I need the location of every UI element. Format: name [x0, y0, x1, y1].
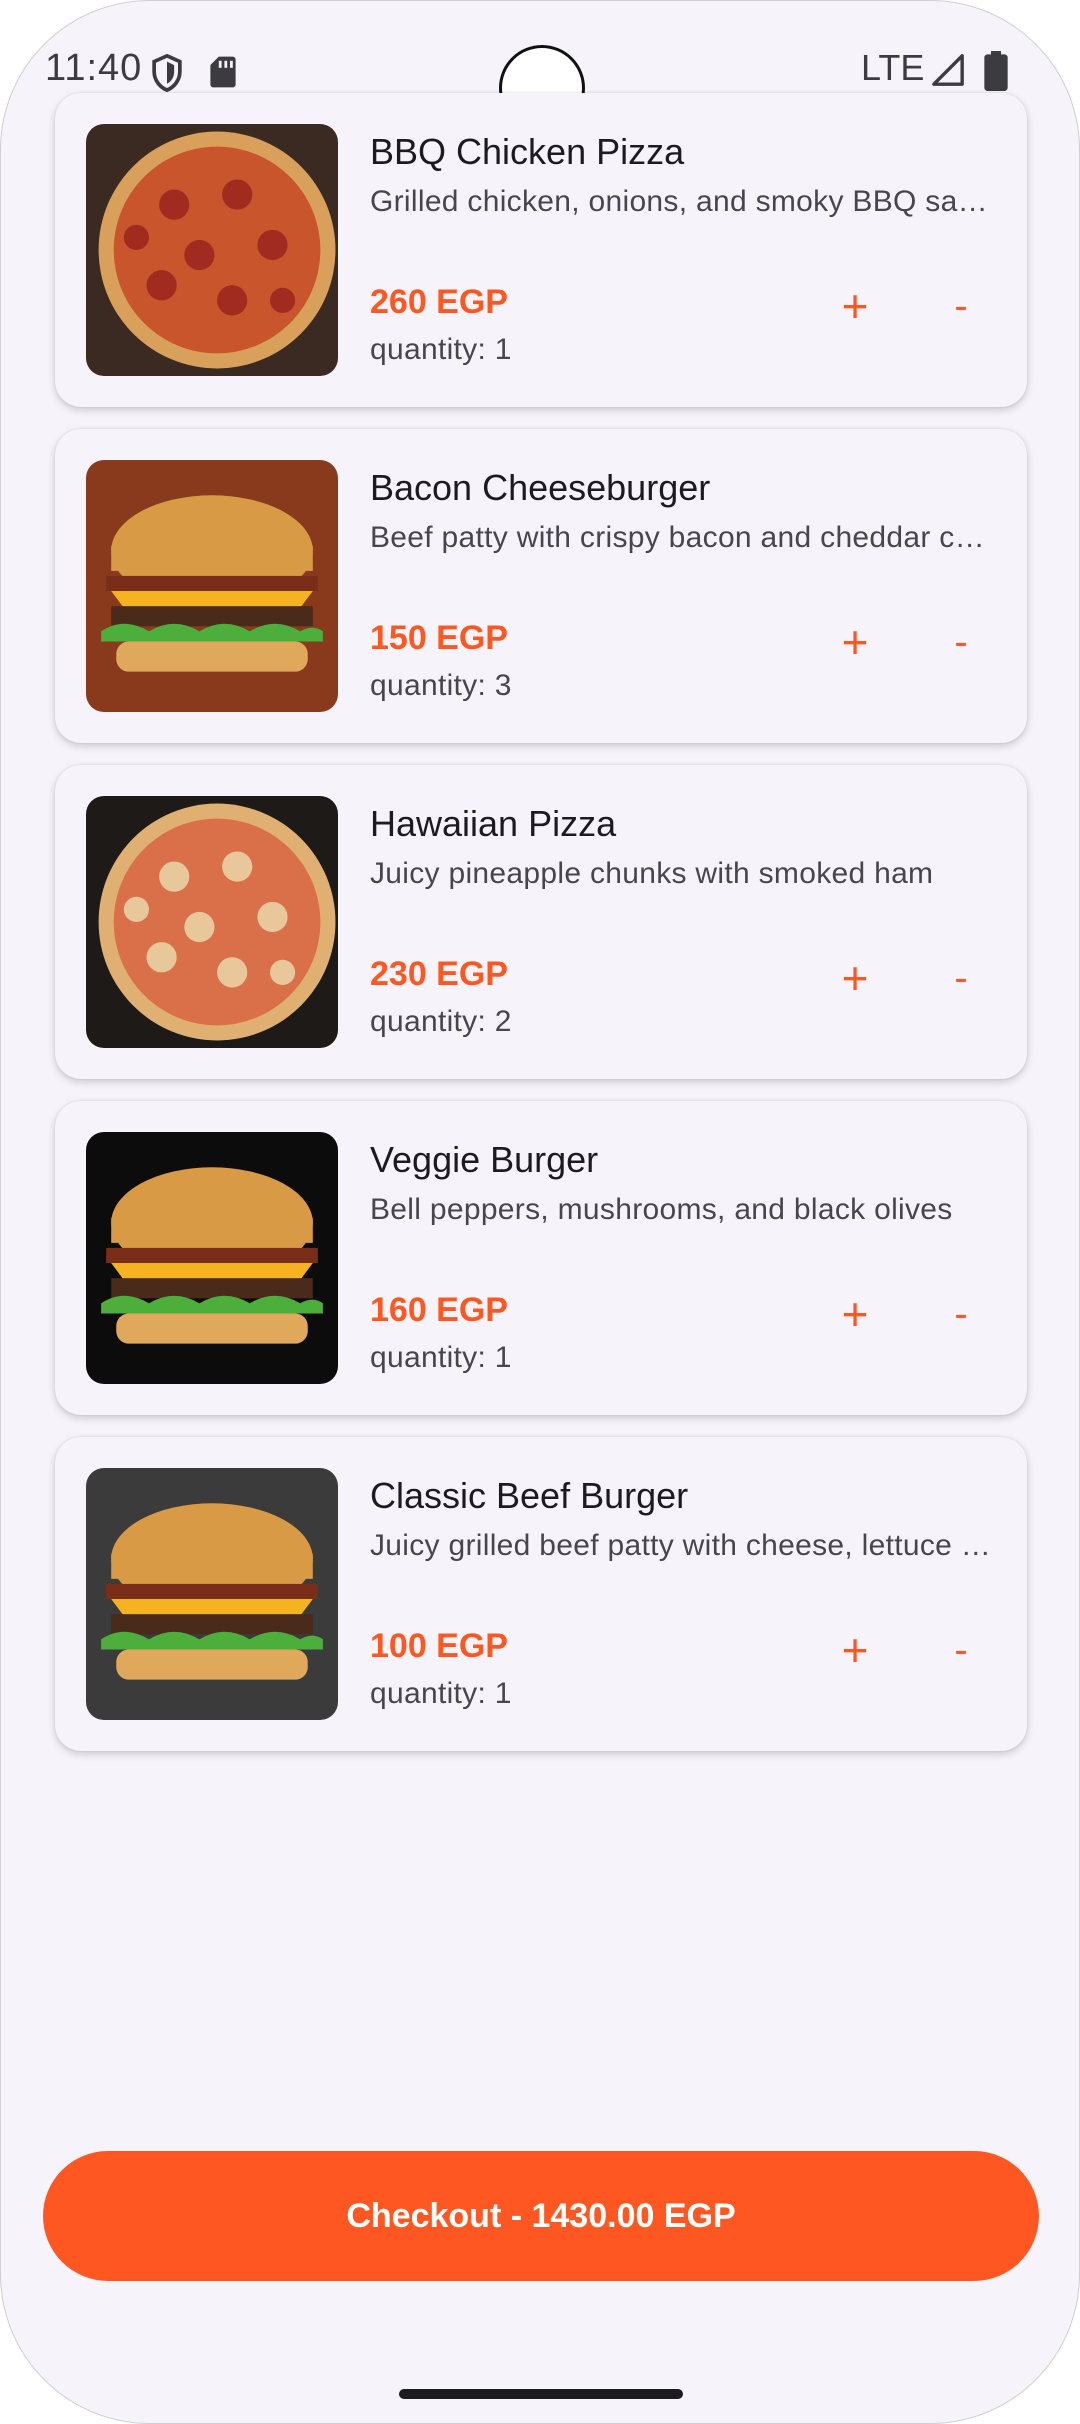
- item-name: Veggie Burger: [370, 1139, 599, 1180]
- food-image: [86, 1132, 338, 1384]
- signal-icon: [932, 54, 964, 86]
- increase-quantity-button[interactable]: +: [825, 276, 885, 336]
- decrease-quantity-button[interactable]: -: [931, 948, 991, 1008]
- increase-quantity-button[interactable]: +: [825, 948, 885, 1008]
- item-name: Hawaiian Pizza: [370, 803, 617, 844]
- cart-item-card[interactable]: Classic Beef Burger Juicy grilled beef p…: [55, 1437, 1027, 1751]
- item-name: Bacon Cheeseburger: [370, 467, 711, 508]
- decrease-quantity-button[interactable]: -: [931, 1620, 991, 1680]
- item-quantity: quantity: 2: [370, 1005, 512, 1038]
- network-type-label: LTE: [861, 47, 925, 88]
- decrease-quantity-button[interactable]: -: [931, 1284, 991, 1344]
- item-quantity: quantity: 1: [370, 1341, 512, 1374]
- cart-item-card[interactable]: Bacon Cheeseburger Beef patty with crisp…: [55, 429, 1027, 743]
- home-indicator[interactable]: [399, 2389, 683, 2399]
- cart-item-card[interactable]: BBQ Chicken Pizza Grilled chicken, onion…: [55, 93, 1027, 407]
- checkout-label: Checkout - 1430.00 EGP: [346, 2196, 736, 2235]
- item-price: 230 EGP: [370, 955, 508, 993]
- phone-screen: 11:40 LTE BBQ Chicken Pizza Grilled chic…: [0, 0, 1080, 2424]
- item-description: Juicy pineapple chunks with smoked ham: [370, 857, 934, 890]
- increase-quantity-button[interactable]: +: [825, 612, 885, 672]
- shield-icon: [152, 53, 182, 93]
- item-price: 100 EGP: [370, 1627, 508, 1665]
- increase-quantity-button[interactable]: +: [825, 1620, 885, 1680]
- item-description: Grilled chicken, onions, and smoky BBQ s…: [370, 185, 1000, 218]
- item-description: Bell peppers, mushrooms, and black olive…: [370, 1193, 953, 1226]
- cart-item-card[interactable]: Veggie Burger Bell peppers, mushrooms, a…: [55, 1101, 1027, 1415]
- food-image: [86, 1468, 338, 1720]
- sd-card-icon: [210, 56, 236, 88]
- item-quantity: quantity: 1: [370, 1677, 512, 1710]
- checkout-button[interactable]: Checkout - 1430.00 EGP: [43, 2151, 1039, 2281]
- item-quantity: quantity: 1: [370, 333, 512, 366]
- item-description: Juicy grilled beef patty with cheese, le…: [370, 1529, 1000, 1562]
- item-price: 150 EGP: [370, 619, 508, 657]
- food-image: [86, 796, 338, 1048]
- increase-quantity-button[interactable]: +: [825, 1284, 885, 1344]
- item-name: BBQ Chicken Pizza: [370, 131, 685, 172]
- food-image: [86, 124, 338, 376]
- item-price: 160 EGP: [370, 1291, 508, 1329]
- cart-item-card[interactable]: Hawaiian Pizza Juicy pineapple chunks wi…: [55, 765, 1027, 1079]
- decrease-quantity-button[interactable]: -: [931, 276, 991, 336]
- status-time: 11:40: [45, 47, 143, 89]
- food-image: [86, 460, 338, 712]
- item-description: Beef patty with crispy bacon and cheddar…: [370, 521, 1000, 554]
- item-name: Classic Beef Burger: [370, 1475, 689, 1516]
- decrease-quantity-button[interactable]: -: [931, 612, 991, 672]
- item-quantity: quantity: 3: [370, 669, 512, 702]
- item-price: 260 EGP: [370, 283, 508, 321]
- battery-icon: [984, 51, 1008, 91]
